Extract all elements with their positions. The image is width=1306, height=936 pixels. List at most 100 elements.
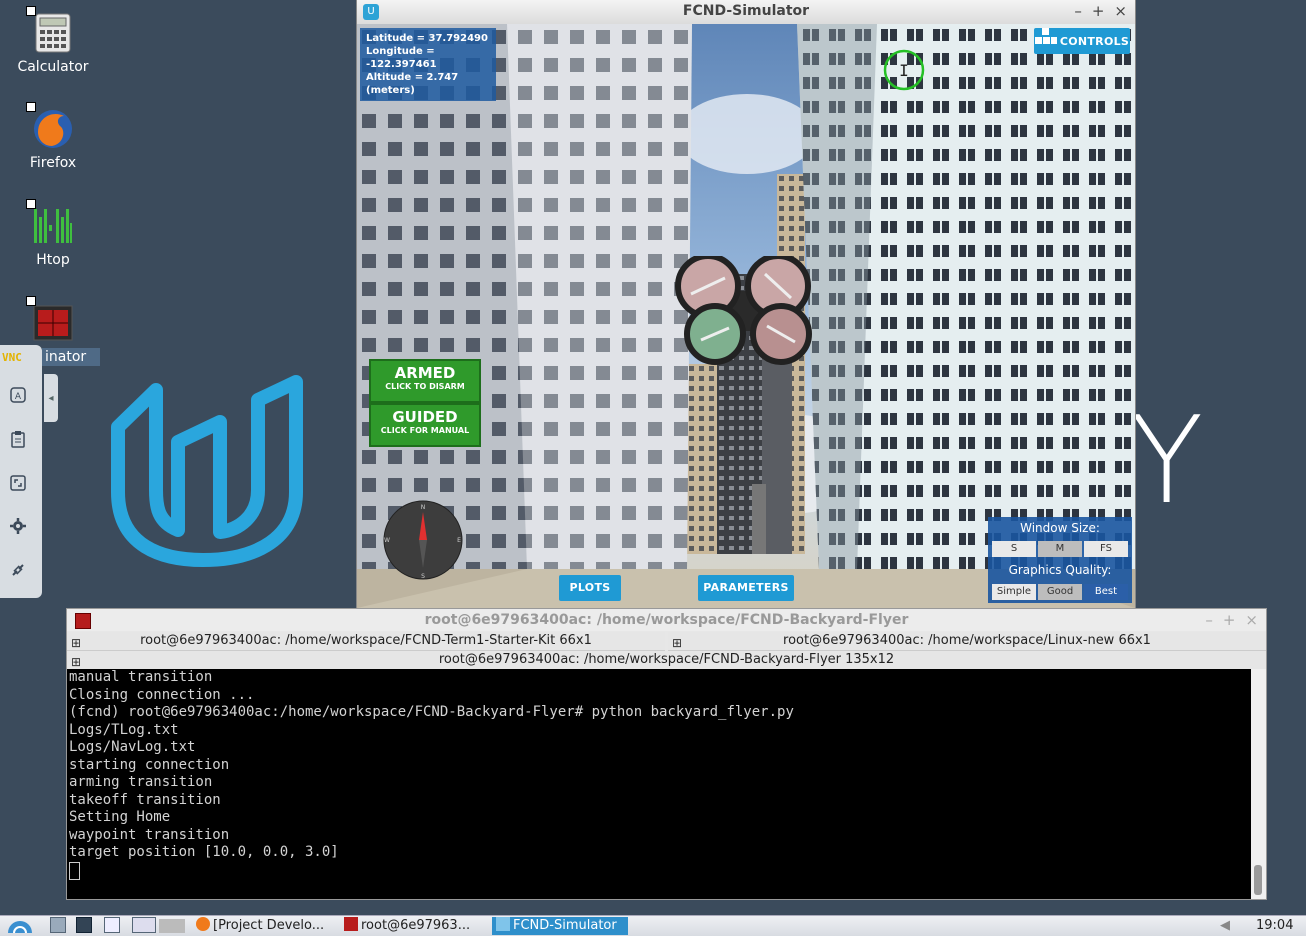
volume-icon[interactable]: ◀: [1220, 917, 1244, 935]
simulator-icon: [496, 917, 510, 931]
calculator-icon: [26, 6, 74, 54]
taskbar-item-label: root@6e97963...: [361, 918, 471, 933]
graphics-simple-button[interactable]: Simple: [992, 584, 1036, 600]
parameters-button[interactable]: PARAMETERS: [698, 575, 794, 601]
simulator-3d-view[interactable]: Latitude = 37.792490 Longitude = -122.39…: [357, 24, 1135, 608]
vnc-side-panel: VNC A: [0, 345, 42, 598]
terminator-icon: [26, 296, 74, 344]
terminal-line: starting connection: [69, 756, 230, 773]
clipboard-icon[interactable]: [5, 425, 31, 453]
armed-title: ARMED: [394, 364, 456, 382]
desktop-icon-firefox[interactable]: Firefox: [8, 102, 98, 172]
file-manager-launcher-icon[interactable]: [50, 917, 70, 935]
settings-icon[interactable]: [5, 512, 31, 540]
terminal-line: Logs/NavLog.txt: [69, 739, 196, 755]
terminal-launcher-icon[interactable]: [76, 917, 98, 935]
terminal-line: target position [10.0, 0.0, 3.0]: [69, 844, 339, 860]
telemetry-readout: Latitude = 37.792490 Longitude = -122.39…: [360, 28, 496, 101]
terminal-line: Logs/TLog.txt: [69, 721, 179, 738]
graphics-good-button[interactable]: Good: [1038, 584, 1082, 600]
keyboard-icon[interactable]: A: [5, 381, 31, 409]
show-desktop-icon[interactable]: [132, 917, 188, 935]
terminal-line: (fcnd) root@6e97963400ac:/home/workspace…: [69, 704, 794, 720]
latitude-value: Latitude = 37.792490: [366, 33, 488, 44]
desktop-icon-label: Firefox: [29, 155, 77, 171]
compass-s: S: [421, 573, 425, 580]
desktop-icon-label: Htop: [36, 252, 70, 268]
compass-e: E: [457, 537, 461, 544]
terminal-output[interactable]: manual transition Closing connection ...…: [67, 669, 1251, 899]
mouse-cursor-indicator: I: [883, 49, 925, 91]
simulator-titlebar[interactable]: U FCND-Simulator – + ×: [357, 0, 1135, 24]
simulator-title: FCND-Simulator: [682, 3, 810, 19]
terminal-titlebar[interactable]: root@6e97963400ac: /home/workspace/FCND-…: [67, 609, 1266, 631]
altitude-value: Altitude = 2.747 (meters): [366, 72, 459, 96]
taskbar-item-label: [Project Develo...: [213, 918, 325, 933]
taskbar-item-browser[interactable]: [Project Develo...: [196, 917, 338, 935]
maximize-icon[interactable]: +: [1092, 2, 1105, 20]
htop-icon: [26, 199, 74, 247]
terminal-title: root@6e97963400ac: /home/workspace/FCND-…: [424, 612, 909, 628]
controls-label: CONTROLS: [1059, 35, 1130, 48]
vnc-logo: VNC: [2, 351, 22, 364]
terminal-pane-header-right[interactable]: ⊞ root@6e97963400ac: /home/workspace/Lin…: [668, 632, 1266, 651]
guided-button[interactable]: GUIDED CLICK FOR MANUAL: [369, 403, 481, 447]
udacity-logo: [111, 375, 303, 567]
terminal-line: takeoff transition: [69, 791, 221, 808]
fullscreen-icon[interactable]: [5, 469, 31, 497]
taskbar: [Project Develo... root@6e97963... FCND-…: [0, 915, 1306, 936]
terminal-window: root@6e97963400ac: /home/workspace/FCND-…: [66, 608, 1267, 900]
window-size-label: Window Size:: [1020, 521, 1100, 535]
maximize-icon[interactable]: +: [1223, 611, 1236, 629]
terminal-line: Setting Home: [69, 809, 171, 825]
taskbar-item-simulator[interactable]: FCND-Simulator: [492, 917, 628, 935]
terminal-pane-header-left[interactable]: ⊞ root@6e97963400ac: /home/workspace/FCN…: [67, 632, 665, 651]
vnc-panel-collapse-handle[interactable]: ◂: [44, 374, 58, 422]
firefox-icon: [26, 102, 74, 150]
desktop-icon-calculator[interactable]: Calculator: [8, 6, 98, 76]
window-launcher-icon[interactable]: [104, 917, 126, 935]
compass: N S E W: [383, 500, 463, 580]
close-icon[interactable]: ×: [1245, 611, 1258, 629]
start-menu-button[interactable]: [2, 917, 40, 935]
window-size-fs-button[interactable]: FS: [1084, 541, 1128, 557]
compass-w: W: [384, 537, 390, 544]
desktop-icon-label: inator: [42, 348, 100, 366]
clock[interactable]: 19:04: [1256, 917, 1304, 935]
plots-button[interactable]: PLOTS: [559, 575, 621, 601]
pane-title-right: root@6e97963400ac: /home/workspace/Linux…: [783, 633, 1151, 648]
window-settings-panel: Window Size: S M FS Graphics Quality: Si…: [988, 517, 1132, 603]
longitude-value: Longitude = -122.397461: [366, 46, 437, 70]
terminal-icon: [344, 917, 358, 931]
taskbar-item-terminal[interactable]: root@6e97963...: [344, 917, 486, 935]
guided-title: GUIDED: [392, 408, 458, 426]
window-size-m-button[interactable]: M: [1038, 541, 1082, 557]
armed-subtitle: CLICK TO DISARM: [385, 382, 465, 391]
graphics-quality-label: Graphics Quality:: [1008, 563, 1112, 577]
minimize-icon[interactable]: –: [1074, 2, 1082, 20]
desktop-icon-label: Calculator: [17, 59, 89, 75]
armed-button[interactable]: ARMED CLICK TO DISARM: [369, 359, 481, 403]
terminal-pane-header-main[interactable]: ⊞ root@6e97963400ac: /home/workspace/FCN…: [67, 651, 1266, 670]
svg-text:I: I: [899, 61, 909, 80]
pane-title-left: root@6e97963400ac: /home/workspace/FCND-…: [140, 633, 592, 648]
pane-title-main: root@6e97963400ac: /home/workspace/FCND-…: [438, 652, 895, 667]
svg-text:A: A: [15, 392, 22, 402]
close-icon[interactable]: ×: [1114, 2, 1127, 20]
graphics-best-button[interactable]: Best: [1084, 584, 1128, 600]
disconnect-icon[interactable]: [5, 556, 31, 584]
terminal-line: arming transition: [69, 774, 213, 790]
udacity-wordmark-fragment: Y: [1130, 392, 1204, 531]
controls-icon: [1034, 28, 1057, 56]
compass-n: N: [421, 504, 426, 511]
terminal-cursor: [69, 861, 80, 880]
minimize-icon[interactable]: –: [1205, 611, 1213, 629]
guided-subtitle: CLICK FOR MANUAL: [380, 426, 470, 435]
terminal-line: waypoint transition: [69, 826, 230, 843]
terminal-line: manual transition: [69, 669, 213, 685]
controls-button[interactable]: CONTROLS: [1034, 28, 1130, 54]
desktop-icon-htop[interactable]: Htop: [8, 199, 98, 269]
window-size-s-button[interactable]: S: [992, 541, 1036, 557]
terminal-scrollbar[interactable]: [1251, 669, 1266, 899]
quadcopter-drone: [675, 256, 812, 365]
